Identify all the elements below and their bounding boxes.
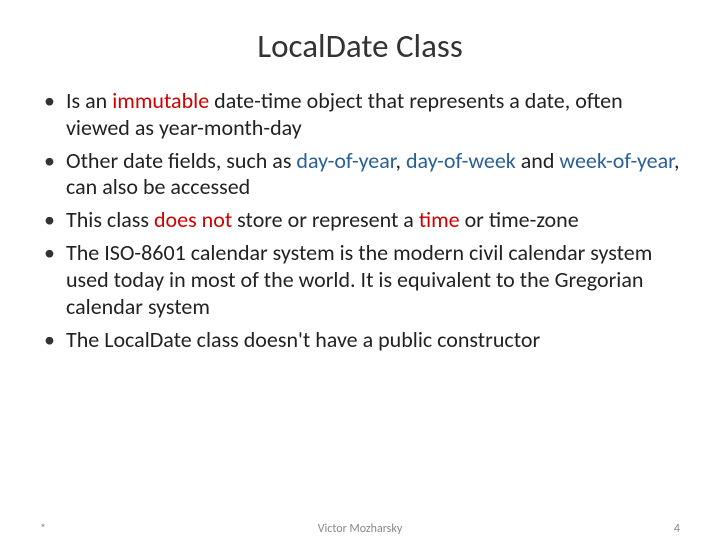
- list-item: The ISO-8601 calendar system is the mode…: [40, 240, 680, 320]
- text: or time-zone: [460, 206, 579, 233]
- text: and: [516, 147, 560, 174]
- text-blue: week-of-year: [559, 147, 674, 174]
- list-item: Is an immutable date-time object that re…: [40, 88, 680, 142]
- text: store or represent a: [232, 206, 419, 233]
- bullet-list: Is an immutable date-time object that re…: [40, 88, 680, 353]
- list-item: Other date fields, such as day-of-year, …: [40, 148, 680, 202]
- footer-page-number: 4: [674, 522, 680, 536]
- text: The ISO-8601 calendar system is the mode…: [66, 239, 652, 320]
- list-item: The LocalDate class doesn't have a publi…: [40, 327, 680, 354]
- footer-author: Victor Mozharsky: [0, 522, 720, 536]
- text: ,: [396, 147, 406, 174]
- text: The LocalDate class doesn't have a publi…: [66, 326, 540, 353]
- text: This class: [66, 206, 154, 233]
- text-red: immutable: [112, 87, 209, 114]
- text-red: time: [419, 206, 460, 233]
- text-blue: day-of-week: [406, 147, 516, 174]
- text-red: does not: [154, 206, 232, 233]
- text: Is an: [66, 87, 112, 114]
- list-item: This class does not store or represent a…: [40, 207, 680, 234]
- slide-title: LocalDate Class: [40, 26, 680, 66]
- text-blue: day-of-year: [296, 147, 395, 174]
- text: Other date fields, such as: [66, 147, 296, 174]
